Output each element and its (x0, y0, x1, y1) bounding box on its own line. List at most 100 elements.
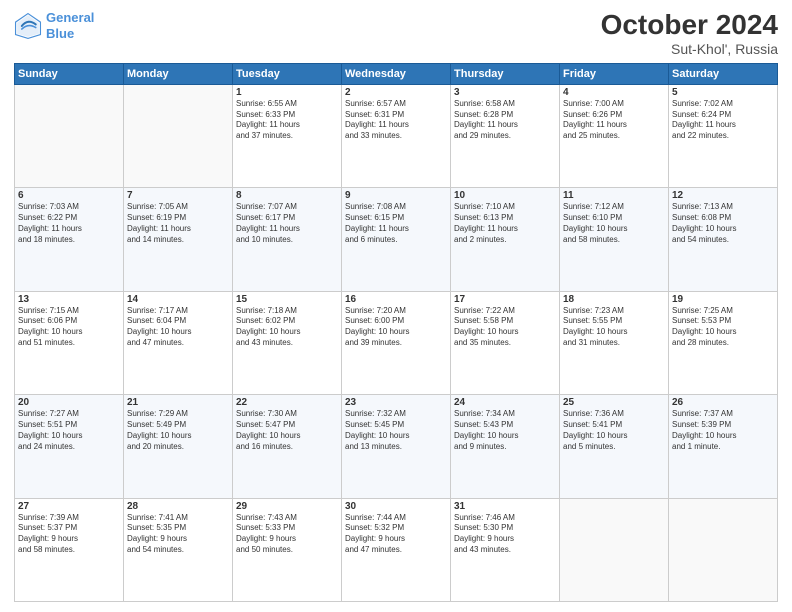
calendar-cell: 24Sunrise: 7:34 AM Sunset: 5:43 PM Dayli… (451, 395, 560, 498)
day-info: Sunrise: 6:55 AM Sunset: 6:33 PM Dayligh… (236, 99, 338, 142)
day-number: 14 (127, 294, 229, 305)
day-header-friday: Friday (560, 63, 669, 84)
day-number: 31 (454, 501, 556, 512)
calendar-week-row: 27Sunrise: 7:39 AM Sunset: 5:37 PM Dayli… (15, 498, 778, 601)
logo: General Blue (14, 10, 94, 41)
day-number: 21 (127, 397, 229, 408)
day-info: Sunrise: 7:34 AM Sunset: 5:43 PM Dayligh… (454, 409, 556, 452)
day-number: 1 (236, 87, 338, 98)
logo-icon (14, 12, 42, 40)
day-info: Sunrise: 7:03 AM Sunset: 6:22 PM Dayligh… (18, 202, 120, 245)
header: General Blue October 2024 Sut-Khol', Rus… (14, 10, 778, 57)
day-number: 7 (127, 190, 229, 201)
day-header-wednesday: Wednesday (342, 63, 451, 84)
calendar-cell: 18Sunrise: 7:23 AM Sunset: 5:55 PM Dayli… (560, 291, 669, 394)
day-number: 2 (345, 87, 447, 98)
day-header-thursday: Thursday (451, 63, 560, 84)
day-info: Sunrise: 7:10 AM Sunset: 6:13 PM Dayligh… (454, 202, 556, 245)
day-number: 17 (454, 294, 556, 305)
calendar-cell: 14Sunrise: 7:17 AM Sunset: 6:04 PM Dayli… (124, 291, 233, 394)
day-info: Sunrise: 7:43 AM Sunset: 5:33 PM Dayligh… (236, 513, 338, 556)
day-info: Sunrise: 7:46 AM Sunset: 5:30 PM Dayligh… (454, 513, 556, 556)
calendar-cell: 5Sunrise: 7:02 AM Sunset: 6:24 PM Daylig… (669, 84, 778, 187)
logo-line2: Blue (46, 26, 74, 41)
calendar-cell: 2Sunrise: 6:57 AM Sunset: 6:31 PM Daylig… (342, 84, 451, 187)
logo-text: General Blue (46, 10, 94, 41)
day-info: Sunrise: 7:29 AM Sunset: 5:49 PM Dayligh… (127, 409, 229, 452)
calendar-cell: 23Sunrise: 7:32 AM Sunset: 5:45 PM Dayli… (342, 395, 451, 498)
day-info: Sunrise: 7:18 AM Sunset: 6:02 PM Dayligh… (236, 306, 338, 349)
title-block: October 2024 Sut-Khol', Russia (601, 10, 778, 57)
day-number: 11 (563, 190, 665, 201)
day-info: Sunrise: 7:32 AM Sunset: 5:45 PM Dayligh… (345, 409, 447, 452)
day-number: 20 (18, 397, 120, 408)
day-number: 22 (236, 397, 338, 408)
day-info: Sunrise: 7:17 AM Sunset: 6:04 PM Dayligh… (127, 306, 229, 349)
calendar-cell: 25Sunrise: 7:36 AM Sunset: 5:41 PM Dayli… (560, 395, 669, 498)
calendar-cell (15, 84, 124, 187)
day-number: 8 (236, 190, 338, 201)
day-info: Sunrise: 7:41 AM Sunset: 5:35 PM Dayligh… (127, 513, 229, 556)
day-number: 10 (454, 190, 556, 201)
day-info: Sunrise: 7:15 AM Sunset: 6:06 PM Dayligh… (18, 306, 120, 349)
day-info: Sunrise: 7:12 AM Sunset: 6:10 PM Dayligh… (563, 202, 665, 245)
day-number: 28 (127, 501, 229, 512)
day-number: 30 (345, 501, 447, 512)
day-number: 29 (236, 501, 338, 512)
day-number: 4 (563, 87, 665, 98)
day-info: Sunrise: 6:58 AM Sunset: 6:28 PM Dayligh… (454, 99, 556, 142)
day-number: 25 (563, 397, 665, 408)
calendar-header-row: SundayMondayTuesdayWednesdayThursdayFrid… (15, 63, 778, 84)
calendar-cell: 17Sunrise: 7:22 AM Sunset: 5:58 PM Dayli… (451, 291, 560, 394)
calendar-week-row: 1Sunrise: 6:55 AM Sunset: 6:33 PM Daylig… (15, 84, 778, 187)
calendar-cell: 28Sunrise: 7:41 AM Sunset: 5:35 PM Dayli… (124, 498, 233, 601)
day-info: Sunrise: 6:57 AM Sunset: 6:31 PM Dayligh… (345, 99, 447, 142)
day-number: 26 (672, 397, 774, 408)
day-number: 27 (18, 501, 120, 512)
calendar-cell: 15Sunrise: 7:18 AM Sunset: 6:02 PM Dayli… (233, 291, 342, 394)
calendar-week-row: 6Sunrise: 7:03 AM Sunset: 6:22 PM Daylig… (15, 188, 778, 291)
calendar-cell: 22Sunrise: 7:30 AM Sunset: 5:47 PM Dayli… (233, 395, 342, 498)
calendar-cell: 3Sunrise: 6:58 AM Sunset: 6:28 PM Daylig… (451, 84, 560, 187)
calendar-cell: 7Sunrise: 7:05 AM Sunset: 6:19 PM Daylig… (124, 188, 233, 291)
day-header-monday: Monday (124, 63, 233, 84)
calendar-cell: 12Sunrise: 7:13 AM Sunset: 6:08 PM Dayli… (669, 188, 778, 291)
day-info: Sunrise: 7:44 AM Sunset: 5:32 PM Dayligh… (345, 513, 447, 556)
day-header-saturday: Saturday (669, 63, 778, 84)
day-number: 24 (454, 397, 556, 408)
day-info: Sunrise: 7:13 AM Sunset: 6:08 PM Dayligh… (672, 202, 774, 245)
day-number: 13 (18, 294, 120, 305)
subtitle: Sut-Khol', Russia (601, 41, 778, 57)
calendar-cell: 19Sunrise: 7:25 AM Sunset: 5:53 PM Dayli… (669, 291, 778, 394)
calendar-cell: 10Sunrise: 7:10 AM Sunset: 6:13 PM Dayli… (451, 188, 560, 291)
calendar-cell: 4Sunrise: 7:00 AM Sunset: 6:26 PM Daylig… (560, 84, 669, 187)
day-info: Sunrise: 7:05 AM Sunset: 6:19 PM Dayligh… (127, 202, 229, 245)
calendar-week-row: 13Sunrise: 7:15 AM Sunset: 6:06 PM Dayli… (15, 291, 778, 394)
day-info: Sunrise: 7:39 AM Sunset: 5:37 PM Dayligh… (18, 513, 120, 556)
calendar-cell: 9Sunrise: 7:08 AM Sunset: 6:15 PM Daylig… (342, 188, 451, 291)
day-number: 15 (236, 294, 338, 305)
calendar-cell: 8Sunrise: 7:07 AM Sunset: 6:17 PM Daylig… (233, 188, 342, 291)
day-info: Sunrise: 7:37 AM Sunset: 5:39 PM Dayligh… (672, 409, 774, 452)
day-info: Sunrise: 7:22 AM Sunset: 5:58 PM Dayligh… (454, 306, 556, 349)
day-info: Sunrise: 7:00 AM Sunset: 6:26 PM Dayligh… (563, 99, 665, 142)
calendar-cell (669, 498, 778, 601)
calendar-cell (124, 84, 233, 187)
day-number: 18 (563, 294, 665, 305)
day-info: Sunrise: 7:30 AM Sunset: 5:47 PM Dayligh… (236, 409, 338, 452)
calendar-cell: 30Sunrise: 7:44 AM Sunset: 5:32 PM Dayli… (342, 498, 451, 601)
day-number: 12 (672, 190, 774, 201)
day-info: Sunrise: 7:20 AM Sunset: 6:00 PM Dayligh… (345, 306, 447, 349)
page: General Blue October 2024 Sut-Khol', Rus… (0, 0, 792, 612)
day-info: Sunrise: 7:08 AM Sunset: 6:15 PM Dayligh… (345, 202, 447, 245)
day-number: 5 (672, 87, 774, 98)
calendar-cell: 29Sunrise: 7:43 AM Sunset: 5:33 PM Dayli… (233, 498, 342, 601)
calendar-table: SundayMondayTuesdayWednesdayThursdayFrid… (14, 63, 778, 602)
day-info: Sunrise: 7:27 AM Sunset: 5:51 PM Dayligh… (18, 409, 120, 452)
day-number: 9 (345, 190, 447, 201)
calendar-cell: 20Sunrise: 7:27 AM Sunset: 5:51 PM Dayli… (15, 395, 124, 498)
calendar-cell (560, 498, 669, 601)
day-number: 3 (454, 87, 556, 98)
logo-line1: General (46, 10, 94, 25)
calendar-cell: 26Sunrise: 7:37 AM Sunset: 5:39 PM Dayli… (669, 395, 778, 498)
